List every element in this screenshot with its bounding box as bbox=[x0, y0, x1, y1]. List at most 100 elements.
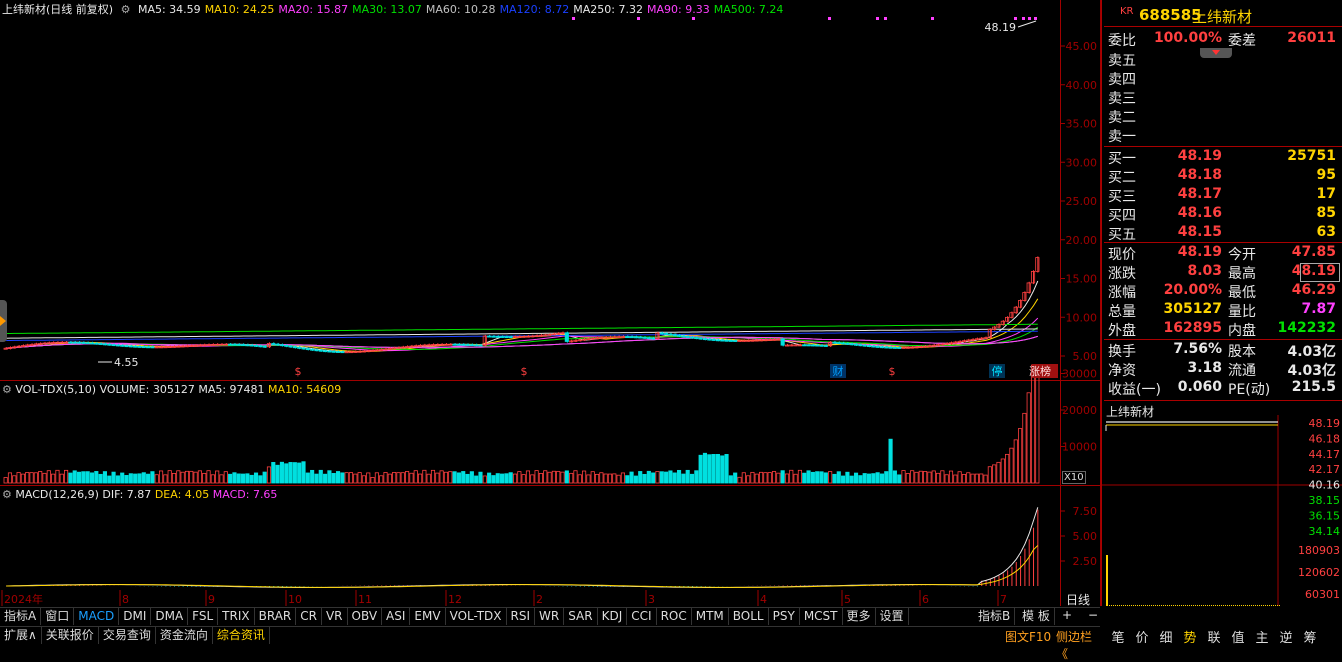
event-marker-ting[interactable]: 停 bbox=[992, 364, 1003, 378]
quote-tab[interactable]: 筹 bbox=[1298, 627, 1322, 646]
period-label[interactable]: 日线 bbox=[1066, 591, 1090, 608]
quote-tab[interactable]: 价 bbox=[1130, 627, 1154, 646]
indicator-tab[interactable]: FSL bbox=[188, 608, 219, 625]
indicator-tab[interactable]: WR bbox=[535, 608, 565, 625]
bottom-tab[interactable]: 关联报价 bbox=[42, 627, 99, 644]
info-marker[interactable] bbox=[931, 17, 934, 20]
info-marker[interactable] bbox=[1034, 17, 1037, 20]
info-marker[interactable] bbox=[876, 17, 879, 20]
indicator-tab[interactable]: DMA bbox=[151, 608, 189, 625]
volume-legend: ⚙ VOL-TDX(5,10) VOLUME: 305127 MA5: 9748… bbox=[2, 383, 341, 396]
bottom-tab[interactable]: 综合资讯 bbox=[213, 627, 270, 644]
sidebar-toggle[interactable]: 侧边栏《 bbox=[1056, 628, 1100, 662]
info-marker[interactable] bbox=[1014, 17, 1017, 20]
info-marker[interactable] bbox=[828, 17, 831, 20]
info-marker[interactable] bbox=[1028, 17, 1031, 20]
volume-bar bbox=[370, 477, 375, 484]
indicator-tab[interactable]: 指标A bbox=[0, 608, 42, 625]
indicator-tab[interactable]: DMI bbox=[119, 608, 152, 625]
quote-tab[interactable]: 势 bbox=[1178, 627, 1202, 646]
stat-value: 4.03亿 bbox=[1287, 363, 1336, 379]
volume-bar bbox=[430, 469, 436, 484]
candle bbox=[228, 343, 233, 346]
gear-icon[interactable]: ⚙ bbox=[121, 3, 131, 16]
mini-volume-bar bbox=[1147, 605, 1148, 606]
volume-bar bbox=[361, 475, 366, 484]
event-marker-s3[interactable]: $ bbox=[889, 365, 896, 378]
candle bbox=[638, 336, 643, 339]
quote-tab[interactable]: 值 bbox=[1226, 627, 1250, 646]
quote-tab[interactable]: 逆 bbox=[1274, 627, 1298, 646]
event-marker-zhangbang[interactable]: 涨榜 bbox=[1029, 364, 1051, 378]
mini-volume-bar bbox=[1233, 605, 1234, 606]
volume-bar bbox=[1030, 364, 1036, 484]
event-marker-cai[interactable]: 财 bbox=[833, 364, 844, 378]
candle bbox=[681, 335, 686, 338]
mini-volume-bar bbox=[1185, 605, 1186, 606]
indicator-tab[interactable]: ROC bbox=[657, 608, 692, 625]
kline-chart-area[interactable]: 45.0040.0035.0030.0025.0020.0015.0010.00… bbox=[0, 0, 1104, 606]
intraday-mini-chart[interactable]: 48.19 46.18 44.17 42.17 40.16 38.15 36.15 34.14… bbox=[1102, 415, 1342, 606]
bottom-tab[interactable]: 交易查询 bbox=[99, 627, 156, 644]
mini-volume-bar bbox=[1141, 605, 1142, 606]
quote-tab[interactable]: 笔 bbox=[1106, 627, 1130, 646]
indicator-tab[interactable]: TRIX bbox=[218, 608, 255, 625]
event-marker-s2[interactable]: $ bbox=[521, 365, 528, 378]
zoom-out-button[interactable]: − bbox=[1088, 608, 1098, 622]
mini-volume-bar bbox=[1241, 605, 1242, 606]
volume-bar bbox=[189, 470, 194, 484]
indicator-tab[interactable]: ASI bbox=[382, 608, 411, 625]
stat-label: 现价 bbox=[1108, 247, 1136, 263]
indicator-tab[interactable]: OBV bbox=[348, 608, 383, 625]
volume-bar bbox=[525, 470, 531, 484]
indicator-tab[interactable]: MCST bbox=[800, 608, 843, 625]
info-marker[interactable] bbox=[572, 17, 575, 20]
indicator-tab[interactable]: 更多 bbox=[843, 608, 876, 625]
stat-label: 净资 bbox=[1108, 363, 1136, 379]
indicator-tab[interactable]: 设置 bbox=[876, 608, 909, 625]
info-marker[interactable] bbox=[692, 17, 695, 20]
indicator-tab[interactable]: VOL-TDX bbox=[446, 608, 507, 625]
collapse-handle[interactable] bbox=[0, 300, 7, 342]
mini-volume-bar bbox=[1247, 605, 1248, 606]
indicator-tab[interactable]: RSI bbox=[507, 608, 536, 625]
indicator-tab[interactable]: EMV bbox=[410, 608, 446, 625]
event-marker-s1[interactable]: $ bbox=[295, 365, 302, 378]
volume-bar bbox=[253, 472, 259, 484]
indicator-tab[interactable]: KDJ bbox=[598, 608, 628, 625]
indicator-tab[interactable]: SAR bbox=[564, 608, 598, 625]
volume-bar bbox=[530, 474, 535, 484]
indicator-tab[interactable]: MACD bbox=[74, 608, 120, 625]
mini-volume-bar bbox=[1197, 605, 1198, 606]
indicator-tab[interactable]: BRAR bbox=[255, 608, 297, 625]
f10-link[interactable]: 图文F10 bbox=[1005, 628, 1051, 645]
indicator-tab[interactable]: BOLL bbox=[729, 608, 769, 625]
volume-bar bbox=[832, 473, 837, 484]
tab-muban[interactable]: 模 板 bbox=[1018, 608, 1055, 625]
gear-icon[interactable]: ⚙ bbox=[2, 383, 12, 396]
quote-tab[interactable]: 细 bbox=[1154, 627, 1178, 646]
info-marker[interactable] bbox=[637, 17, 640, 20]
volume-bar bbox=[1035, 371, 1040, 484]
indicator-tab[interactable]: CCI bbox=[627, 608, 657, 625]
indicator-tab[interactable]: VR bbox=[322, 608, 348, 625]
tab-zhibiao-b[interactable]: 指标B bbox=[974, 608, 1016, 625]
gear-icon[interactable]: ⚙ bbox=[2, 488, 12, 501]
volume-bar bbox=[89, 472, 95, 484]
quote-tab[interactable]: 主 bbox=[1250, 627, 1274, 646]
info-marker[interactable] bbox=[884, 17, 887, 20]
indicator-tab[interactable]: PSY bbox=[769, 608, 800, 625]
candle bbox=[275, 343, 280, 346]
volume-bar bbox=[556, 470, 561, 484]
indicator-tab[interactable]: 窗口 bbox=[41, 608, 75, 625]
candle bbox=[698, 337, 703, 340]
zoom-in-button[interactable]: + bbox=[1062, 608, 1072, 622]
indicator-tab[interactable]: MTM bbox=[692, 608, 729, 625]
quote-tab[interactable]: 联 bbox=[1202, 627, 1226, 646]
bottom-tab[interactable]: 扩展∧ bbox=[0, 627, 42, 644]
info-marker[interactable] bbox=[1022, 17, 1025, 20]
high-price-label: 48.19 bbox=[985, 21, 1017, 34]
x-axis-label: 4 bbox=[760, 593, 767, 606]
indicator-tab[interactable]: CR bbox=[296, 608, 322, 625]
bottom-tab[interactable]: 资金流向 bbox=[156, 627, 213, 644]
